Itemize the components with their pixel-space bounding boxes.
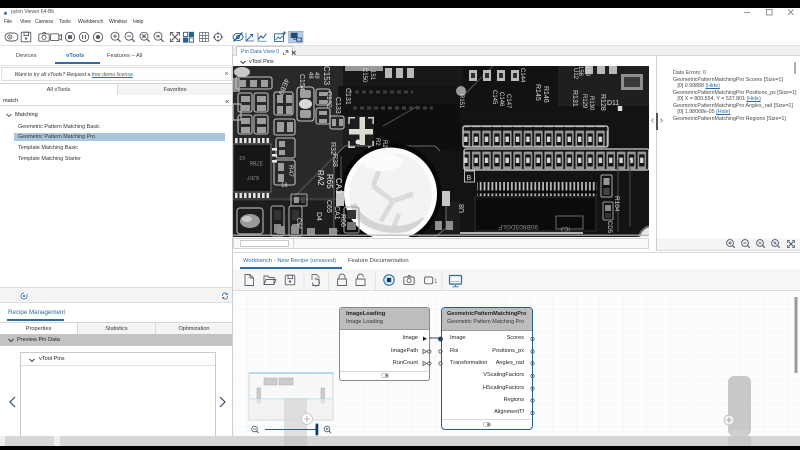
- svg-text:R145: R145: [534, 84, 541, 101]
- svg-text:R66: R66: [339, 214, 346, 227]
- svg-text:ICJ: ICJ: [561, 225, 570, 231]
- svg-text:C153: C153: [322, 66, 331, 86]
- svg-text:D11: D11: [607, 100, 619, 107]
- svg-text:R129: R129: [581, 94, 587, 109]
- svg-text:151: 151: [369, 70, 375, 81]
- svg-text:CD5: CD5: [606, 221, 612, 234]
- svg-text:90B803DGLF: 90B803DGLF: [498, 223, 538, 230]
- svg-text:R130: R130: [588, 96, 594, 111]
- svg-text:CA1: CA1: [333, 206, 340, 220]
- svg-text:R32: R32: [329, 142, 336, 155]
- svg-text:R24: R24: [381, 140, 387, 152]
- svg-text:CA3: CA3: [334, 178, 343, 194]
- svg-text:R38: R38: [331, 154, 338, 167]
- svg-text:U8: U8: [459, 204, 466, 213]
- svg-text:R128: R128: [599, 94, 606, 111]
- svg-text:16: 16: [281, 183, 288, 189]
- svg-text:48: 48: [307, 72, 313, 79]
- svg-text:R104: R104: [613, 196, 620, 212]
- svg-text:C154: C154: [298, 74, 305, 91]
- svg-text:1: 1: [434, 279, 438, 285]
- svg-text:C145: C145: [491, 90, 497, 105]
- svg-text:U12: U12: [572, 68, 578, 80]
- svg-text:C132: C132: [325, 91, 332, 108]
- svg-text:C146: C146: [498, 92, 504, 107]
- svg-text:R2: R2: [374, 138, 380, 146]
- svg-text:RA2: RA2: [316, 170, 325, 186]
- svg-text:R151: R151: [458, 94, 464, 109]
- svg-text:63: 63: [239, 154, 245, 160]
- svg-text:C65: C65: [325, 200, 332, 213]
- svg-text:C133: C133: [334, 97, 341, 114]
- svg-text:3786: 3786: [249, 159, 263, 165]
- svg-text:C131: C131: [344, 88, 351, 105]
- svg-text:49: 49: [313, 72, 319, 79]
- svg-text:S: S: [376, 227, 382, 231]
- svg-text:R146: R146: [542, 86, 549, 103]
- svg-text:6J07: 6J07: [247, 174, 259, 180]
- svg-text:R47: R47: [287, 165, 294, 177]
- svg-text:C147: C147: [505, 94, 511, 109]
- svg-text:D4: D4: [315, 212, 322, 221]
- svg-text:B: B: [467, 175, 472, 182]
- svg-text:R65: R65: [325, 174, 334, 189]
- svg-text:C144: C144: [519, 68, 525, 83]
- svg-text:169: 169: [584, 66, 590, 77]
- svg-text:C150: C150: [361, 68, 367, 83]
- svg-text:R131: R131: [571, 90, 578, 107]
